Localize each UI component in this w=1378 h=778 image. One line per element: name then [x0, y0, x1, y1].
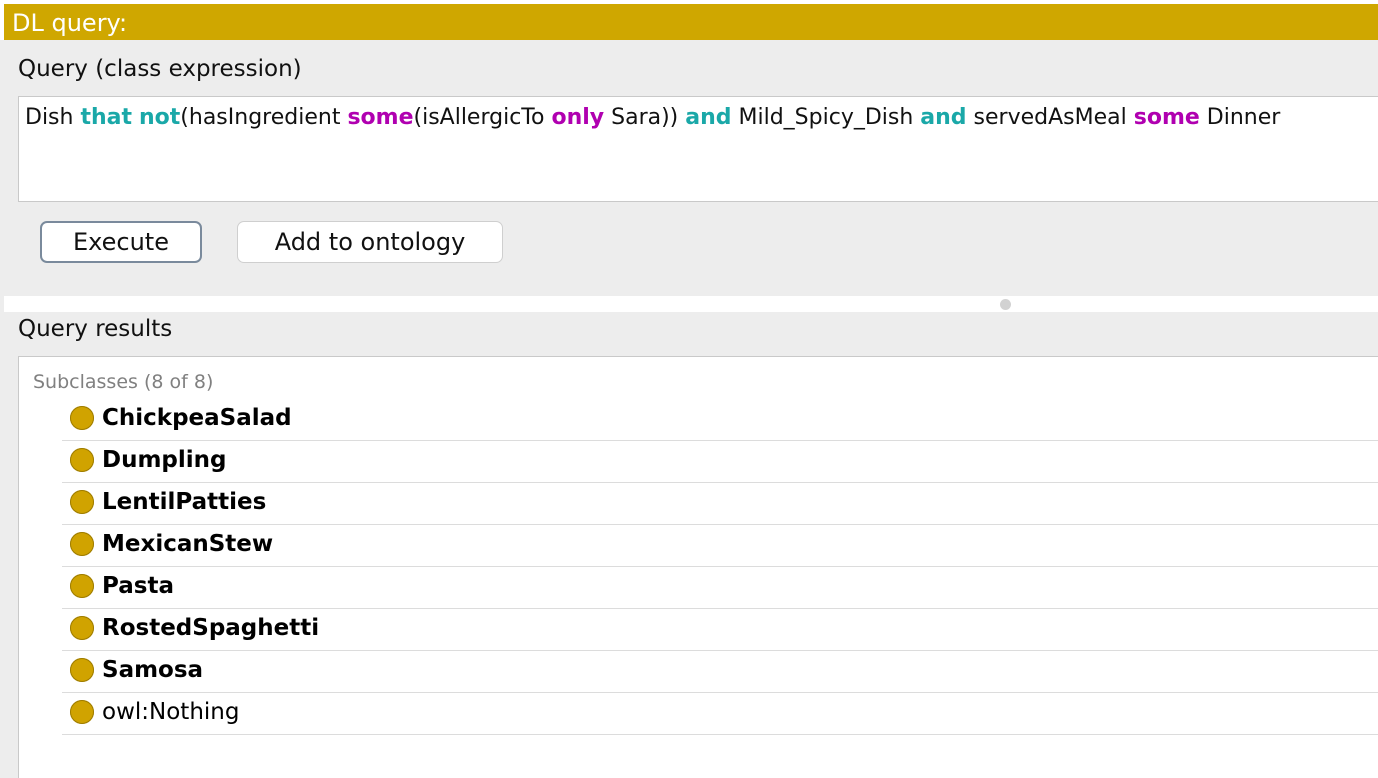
result-row[interactable]: Samosa	[62, 651, 1378, 693]
query-token: (isAllergicTo	[413, 105, 552, 130]
view-title: DL query:	[12, 9, 128, 37]
query-keyword: that	[80, 105, 132, 130]
result-row[interactable]: Pasta	[62, 567, 1378, 609]
query-token: servedAsMeal	[966, 105, 1134, 130]
result-row[interactable]: LentilPatties	[62, 483, 1378, 525]
result-class-label[interactable]: Dumpling	[102, 445, 227, 475]
execute-button[interactable]: Execute	[40, 221, 202, 263]
view-title-bar-fill: DL query:	[4, 4, 1378, 40]
query-token: Dinner	[1199, 105, 1281, 130]
result-row[interactable]: ChickpeaSalad	[62, 399, 1378, 441]
result-row[interactable]: MexicanStew	[62, 525, 1378, 567]
query-token: (hasIngredient	[180, 105, 348, 130]
class-circle-icon	[70, 490, 94, 514]
query-keyword: some	[1133, 105, 1200, 130]
results-section-label: Query results	[18, 316, 173, 342]
class-circle-icon	[70, 448, 94, 472]
query-keyword: only	[551, 105, 605, 130]
dl-query-view: DL query: Query (class expression) Dish …	[0, 0, 1378, 778]
split-handle-icon[interactable]	[1000, 299, 1011, 310]
query-token	[132, 105, 139, 130]
query-token: Dish	[25, 105, 81, 130]
result-row[interactable]: Dumpling	[62, 441, 1378, 483]
result-row[interactable]: owl:Nothing	[62, 693, 1378, 735]
query-keyword: not	[139, 105, 181, 130]
result-class-label[interactable]: Pasta	[102, 571, 174, 601]
class-circle-icon	[70, 574, 94, 598]
result-class-label[interactable]: ChickpeaSalad	[102, 403, 292, 433]
add-to-ontology-button[interactable]: Add to ontology	[237, 221, 503, 263]
query-keyword: and	[920, 105, 967, 130]
split-pane-divider[interactable]	[4, 296, 1378, 312]
query-token: Sara))	[604, 105, 686, 130]
class-circle-icon	[70, 658, 94, 682]
results-list: ChickpeaSalad Dumpling LentilPatties Mexica…	[62, 399, 1378, 735]
query-results-panel: Subclasses (8 of 8) ChickpeaSalad Dumplin…	[18, 356, 1378, 778]
class-circle-icon	[70, 700, 94, 724]
view-title-bar: DL query:	[0, 0, 1378, 40]
result-class-label[interactable]: RostedSpaghetti	[102, 613, 319, 643]
query-keyword: and	[685, 105, 732, 130]
result-class-label[interactable]: Samosa	[102, 655, 203, 685]
query-token: Mild_Spicy_Dish	[731, 105, 921, 130]
class-circle-icon	[70, 406, 94, 430]
class-circle-icon	[70, 532, 94, 556]
query-keyword: some	[347, 105, 414, 130]
result-class-label[interactable]: LentilPatties	[102, 487, 266, 517]
result-class-label[interactable]: MexicanStew	[102, 529, 273, 559]
query-expression-text[interactable]: Dish that not(hasIngredient some(isAller…	[25, 103, 1280, 133]
result-row[interactable]: RostedSpaghetti	[62, 609, 1378, 651]
class-circle-icon	[70, 616, 94, 640]
query-expression-editor[interactable]: Dish that not(hasIngredient some(isAller…	[18, 96, 1378, 202]
subclasses-header: Subclasses (8 of 8)	[33, 371, 214, 393]
query-section-label: Query (class expression)	[18, 56, 302, 82]
result-class-label[interactable]: owl:Nothing	[102, 697, 239, 727]
